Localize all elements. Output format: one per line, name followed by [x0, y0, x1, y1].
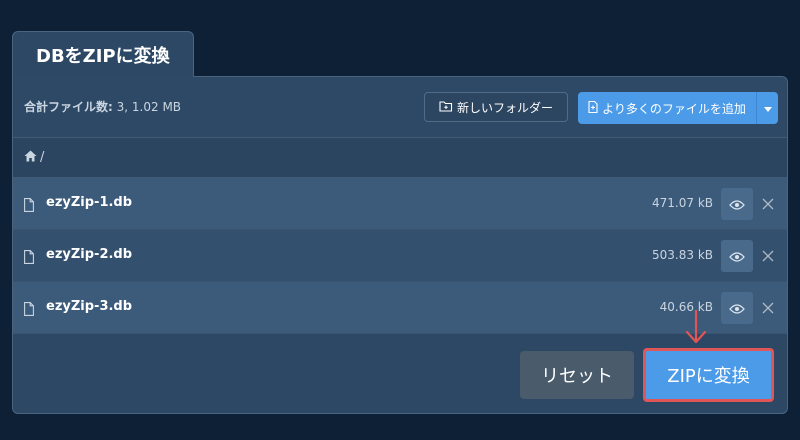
- close-icon: [762, 250, 774, 262]
- file-count-label: 合計ファイル数:: [24, 100, 113, 114]
- add-files-dropdown-toggle[interactable]: [756, 92, 778, 124]
- tool-tab[interactable]: DBをZIPに変換: [12, 31, 194, 77]
- preview-button[interactable]: [721, 240, 753, 272]
- convert-to-zip-button[interactable]: ZIPに変換: [643, 348, 774, 402]
- file-icon: [24, 249, 34, 268]
- new-folder-label: 新しいフォルダー: [456, 100, 553, 115]
- preview-button[interactable]: [721, 188, 753, 220]
- file-icon: [24, 197, 34, 216]
- file-name: ezyZip-3.db: [46, 299, 133, 314]
- file-size: 471.07 kB: [652, 196, 713, 210]
- file-count-value: 3, 1.02 MB: [116, 100, 182, 114]
- close-icon: [762, 302, 774, 314]
- file-size: 503.83 kB: [652, 248, 713, 262]
- file-add-icon: [588, 100, 602, 116]
- arrow-down-icon: [684, 309, 708, 349]
- breadcrumb-path: /: [40, 150, 45, 165]
- convert-label: ZIPに変換: [667, 366, 750, 387]
- eye-icon: [729, 247, 745, 266]
- file-list: ezyZip-1.db 471.07 kB ezyZip-2.db 503.83…: [13, 178, 787, 334]
- remove-file-button[interactable]: [761, 248, 775, 262]
- remove-file-button[interactable]: [761, 196, 775, 210]
- eye-icon: [729, 299, 745, 318]
- close-icon: [762, 198, 774, 210]
- converter-panel: 合計ファイル数: 3, 1.02 MB 新しいフォルダー より多くのファイルを追…: [12, 76, 788, 414]
- toolbar: 合計ファイル数: 3, 1.02 MB 新しいフォルダー より多くのファイルを追…: [13, 77, 787, 137]
- reset-label: リセット: [541, 366, 613, 387]
- new-folder-button[interactable]: 新しいフォルダー: [424, 92, 568, 122]
- file-name: ezyZip-2.db: [46, 247, 133, 262]
- file-row: ezyZip-1.db 471.07 kB: [13, 178, 787, 230]
- file-name: ezyZip-1.db: [46, 195, 133, 210]
- file-icon: [24, 301, 34, 320]
- breadcrumb: /: [13, 137, 787, 178]
- caret-down-icon: [763, 101, 772, 115]
- file-count: 合計ファイル数: 3, 1.02 MB: [24, 98, 181, 115]
- file-row: ezyZip-2.db 503.83 kB: [13, 230, 787, 282]
- add-files-button[interactable]: より多くのファイルを追加: [578, 92, 756, 124]
- reset-button[interactable]: リセット: [520, 351, 634, 399]
- preview-button[interactable]: [721, 292, 753, 324]
- new-folder-icon: [439, 100, 457, 115]
- add-files-button-group: より多くのファイルを追加: [578, 92, 778, 124]
- eye-icon: [729, 195, 745, 214]
- file-row: ezyZip-3.db 40.66 kB: [13, 282, 787, 334]
- remove-file-button[interactable]: [761, 300, 775, 314]
- add-files-label: より多くのファイルを追加: [602, 101, 746, 116]
- home-icon[interactable]: [24, 150, 40, 166]
- tab-title: DBをZIPに変換: [36, 45, 170, 67]
